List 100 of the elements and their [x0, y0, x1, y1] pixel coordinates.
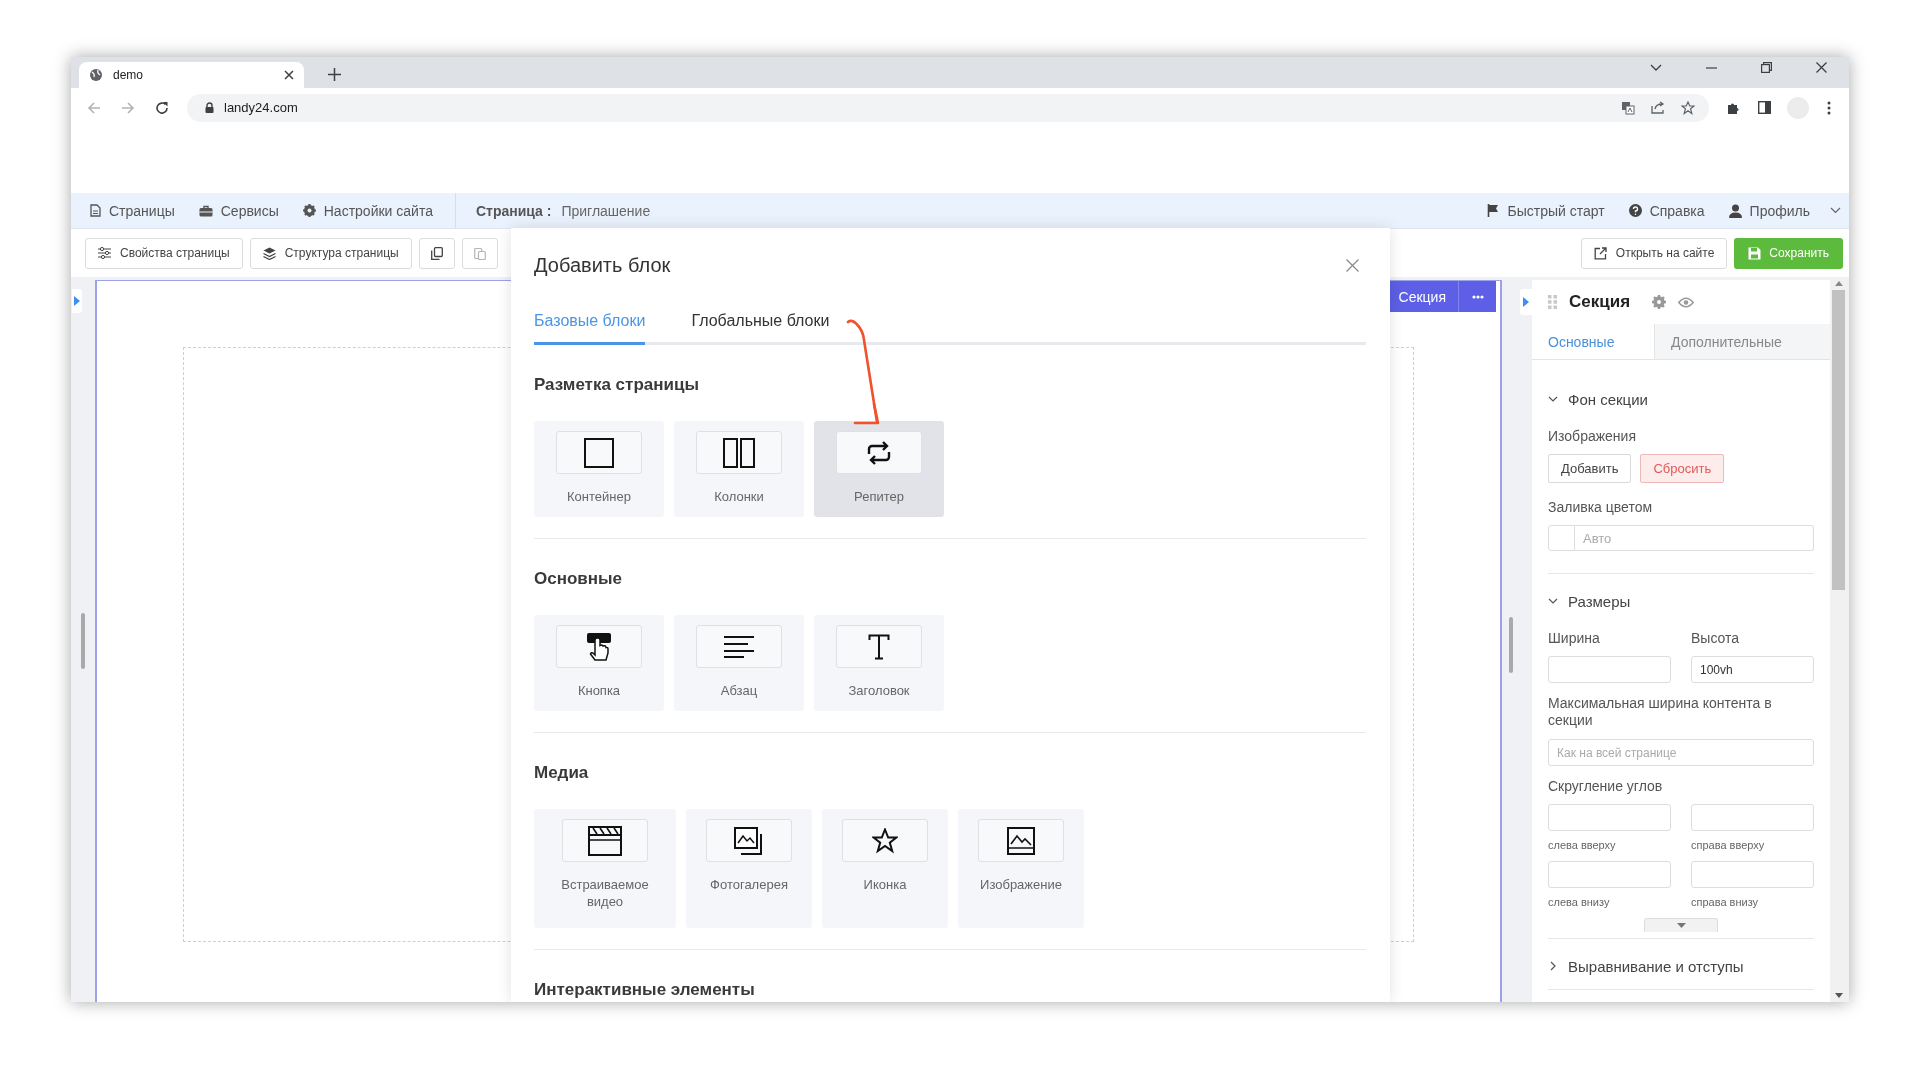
block-card[interactable]: Встраиваемое видео [534, 809, 676, 928]
block-card[interactable]: Абзац [674, 615, 804, 711]
share-icon[interactable] [1651, 101, 1665, 114]
restore-icon[interactable] [1761, 62, 1772, 73]
nav-link[interactable]: Сервисы [198, 202, 279, 219]
field-label: Заливка цветом [1548, 499, 1654, 515]
caret-down-icon [1676, 923, 1686, 928]
triangle-right-icon [74, 296, 80, 306]
toolbar-button[interactable]: Свойства страницы [85, 237, 243, 269]
corner-radius-field[interactable] [1548, 804, 1671, 831]
more-button[interactable] [1458, 281, 1496, 312]
translate-icon[interactable] [1621, 100, 1635, 115]
chevron-icon [1548, 596, 1558, 606]
star-icon [872, 827, 898, 854]
triangle-right-icon [1523, 297, 1529, 307]
puzzle-icon[interactable] [1727, 101, 1740, 114]
block-card[interactable]: Иконка [822, 809, 948, 928]
back-arrow-icon[interactable] [87, 100, 101, 115]
field-label: Ширина [1548, 630, 1601, 646]
resize-handle[interactable] [81, 613, 85, 669]
sidebar-icon[interactable] [1758, 101, 1771, 114]
square-icon [584, 437, 614, 468]
block-card[interactable]: Кнопка [534, 615, 664, 711]
block-card[interactable]: Контейнер [534, 421, 664, 517]
corner-radius-field[interactable] [1548, 861, 1671, 888]
nav-link[interactable]: Страницы [90, 202, 175, 219]
nav-link[interactable]: Быстрый старт [1487, 202, 1605, 219]
layers-icon [262, 246, 276, 260]
copy-button[interactable] [418, 237, 455, 269]
user-icon [1728, 203, 1742, 218]
copy-icon [430, 246, 443, 260]
star-icon[interactable] [1681, 100, 1695, 115]
eye-icon[interactable] [1678, 296, 1695, 308]
width-field[interactable] [1548, 656, 1671, 683]
expand-button[interactable] [1644, 918, 1718, 932]
group-heading: Интерактивные элементы [534, 980, 756, 1000]
section-header[interactable]: Фон секции [1548, 382, 1814, 416]
kebab-menu-icon[interactable] [1827, 100, 1831, 115]
reload-icon[interactable] [155, 100, 169, 115]
field-hint: слева внизу [1548, 896, 1611, 908]
resize-handle[interactable] [1509, 617, 1513, 673]
chevron-down-icon[interactable] [1650, 63, 1662, 72]
block-card[interactable]: Фотогалерея [686, 809, 812, 928]
close-icon[interactable] [284, 70, 294, 80]
field-label: Максимальная ширина контента в секции [1548, 695, 1773, 729]
nav-link[interactable]: Профиль [1728, 202, 1841, 219]
globe-icon [89, 68, 103, 82]
drag-handle-icon[interactable] [1548, 295, 1557, 309]
plus-icon[interactable] [328, 68, 341, 81]
group-heading: Медиа [534, 763, 590, 783]
color-swatch[interactable] [1548, 525, 1575, 551]
field-label: Изображения [1548, 428, 1637, 444]
help-icon [1628, 204, 1642, 217]
more-dots-icon [1471, 294, 1484, 299]
dialog-title: Добавить блок [534, 253, 671, 277]
field-hint: справа внизу [1691, 896, 1760, 908]
color-field[interactable]: Авто [1575, 525, 1814, 551]
corner-radius-field[interactable] [1691, 804, 1814, 831]
block-card[interactable]: Изображение [958, 809, 1084, 928]
max-width-field[interactable]: Как на всей странице [1548, 739, 1814, 766]
add-button[interactable]: Добавить [1548, 454, 1632, 483]
minimize-icon[interactable] [1706, 66, 1717, 69]
group-heading: Основные [534, 569, 624, 589]
document-icon [90, 204, 101, 217]
open-on-site-button[interactable]: Открыть на сайте [1580, 237, 1728, 269]
section-header[interactable]: Размеры [1548, 584, 1814, 618]
chevron-icon [1548, 394, 1558, 404]
button-click-icon [586, 631, 612, 662]
clapperboard-icon [588, 825, 622, 856]
address-bar[interactable]: landy24.com [187, 93, 1709, 122]
close-icon[interactable] [1816, 62, 1827, 73]
section-header[interactable]: Выравнивание и отступы [1548, 949, 1814, 983]
forward-arrow-icon[interactable] [121, 100, 135, 115]
block-card[interactable]: Заголовок [814, 615, 944, 711]
image-icon [1007, 826, 1035, 855]
flag-icon [1487, 204, 1500, 217]
settings-icon [302, 204, 316, 217]
field-hint: слева вверху [1548, 839, 1617, 851]
settings-icon[interactable] [1652, 295, 1667, 309]
dialog-tab[interactable]: Глобальные блоки [691, 300, 830, 345]
page-name: Приглашение [561, 202, 651, 219]
repeat-icon [865, 439, 893, 466]
field-hint: справа вверху [1691, 839, 1766, 851]
panel-toggle[interactable] [72, 289, 82, 313]
corner-radius-field[interactable] [1691, 861, 1814, 888]
clipboard-icon [473, 246, 486, 260]
nav-link[interactable]: Справка [1628, 202, 1705, 219]
height-field[interactable]: 100vh [1691, 656, 1814, 683]
sliders-icon [98, 247, 111, 259]
toolbox-icon [198, 204, 213, 217]
chevron-down-icon [1830, 207, 1841, 214]
browser-tab[interactable]: demo [79, 62, 304, 88]
caret-down-icon [1834, 993, 1843, 998]
block-card[interactable]: Колонки [674, 421, 804, 517]
toolbar-button[interactable]: Структура страницы [249, 237, 412, 269]
block-card[interactable]: Репитер [814, 421, 944, 517]
group-heading: Разметка страницы [534, 375, 700, 395]
nav-link[interactable]: Настройки сайта [302, 202, 433, 219]
panel-toggle[interactable] [1520, 289, 1532, 315]
columns-icon [723, 437, 755, 468]
